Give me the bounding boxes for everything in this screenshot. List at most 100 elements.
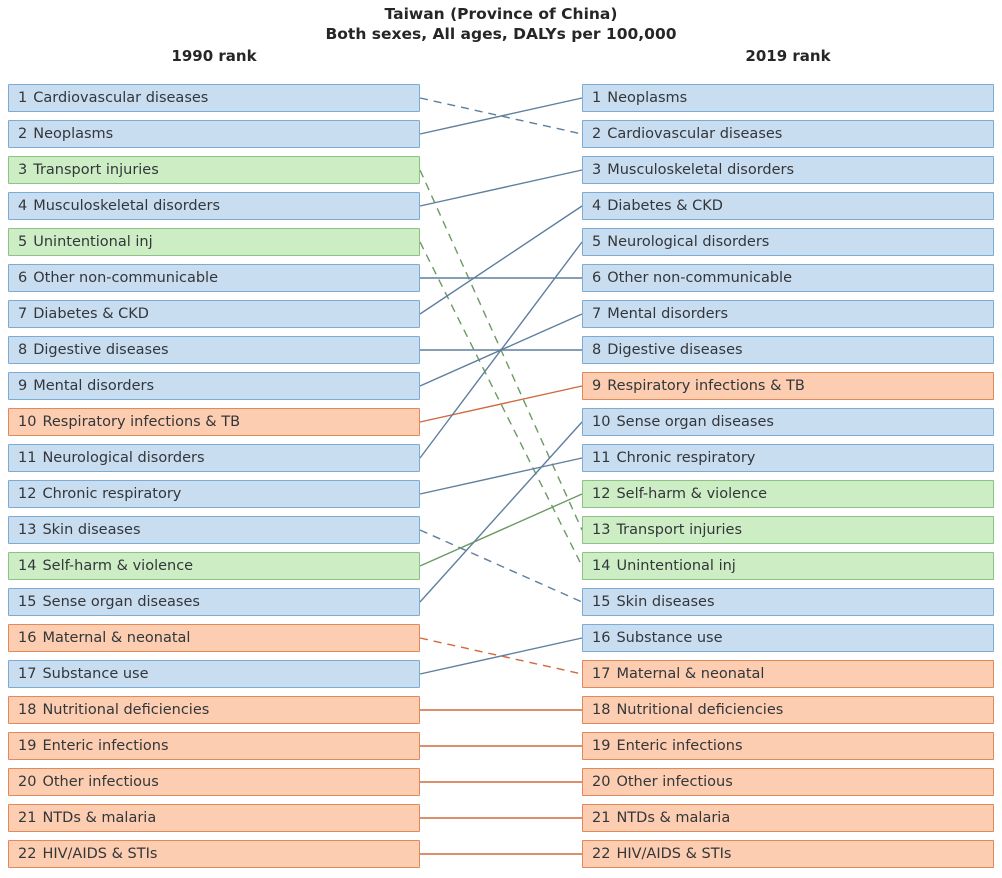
rank-number: 6 xyxy=(18,270,28,286)
rank-box[interactable]: 21 NTDs & malaria xyxy=(8,804,420,832)
rank-box[interactable]: 11 Chronic respiratory xyxy=(582,444,994,472)
rank-number: 21 xyxy=(18,810,37,826)
rank-box[interactable]: 7 Diabetes & CKD xyxy=(8,300,420,328)
rank-label: Diabetes & CKD xyxy=(607,198,723,214)
rank-number: 16 xyxy=(592,630,611,646)
rank-box[interactable]: 7 Mental disorders xyxy=(582,300,994,328)
rank-box[interactable]: 14 Unintentional inj xyxy=(582,552,994,580)
rank-number: 14 xyxy=(18,558,37,574)
rank-change-line xyxy=(419,457,583,495)
rank-number: 5 xyxy=(18,234,28,250)
rank-box[interactable]: 19 Enteric infections xyxy=(8,732,420,760)
rank-box[interactable]: 22 HIV/AIDS & STIs xyxy=(582,840,994,868)
rank-number: 4 xyxy=(592,198,602,214)
rank-box[interactable]: 2 Neoplasms xyxy=(8,120,420,148)
rank-change-line xyxy=(419,529,583,603)
rank-number: 6 xyxy=(592,270,602,286)
rank-number: 22 xyxy=(18,846,37,862)
rank-label: Skin diseases xyxy=(42,522,141,538)
rank-change-line xyxy=(419,313,583,387)
rank-box[interactable]: 14 Self-harm & violence xyxy=(8,552,420,580)
rank-box[interactable]: 17 Maternal & neonatal xyxy=(582,660,994,688)
rank-label: Nutritional deficiencies xyxy=(42,702,210,718)
rank-change-line xyxy=(419,241,583,459)
rank-box[interactable]: 2 Cardiovascular diseases xyxy=(582,120,994,148)
rank-label: Mental disorders xyxy=(33,378,155,394)
rank-label: Self-harm & violence xyxy=(616,486,768,502)
rank-number: 3 xyxy=(18,162,28,178)
rank-number: 8 xyxy=(592,342,602,358)
rank-box[interactable]: 8 Digestive diseases xyxy=(582,336,994,364)
rank-change-line xyxy=(419,97,583,135)
rank-box[interactable]: 5 Neurological disorders xyxy=(582,228,994,256)
rank-number: 10 xyxy=(592,414,611,430)
rank-box[interactable]: 20 Other infectious xyxy=(582,768,994,796)
rank-label: Digestive diseases xyxy=(607,342,743,358)
rank-number: 18 xyxy=(18,702,37,718)
rank-box[interactable]: 4 Musculoskeletal disorders xyxy=(8,192,420,220)
rank-label: NTDs & malaria xyxy=(616,810,731,826)
rank-box[interactable]: 20 Other infectious xyxy=(8,768,420,796)
rank-box[interactable]: 16 Maternal & neonatal xyxy=(8,624,420,652)
rank-box[interactable]: 18 Nutritional deficiencies xyxy=(8,696,420,724)
rank-label: Cardiovascular diseases xyxy=(33,90,209,106)
rank-box[interactable]: 9 Respiratory infections & TB xyxy=(582,372,994,400)
rank-number: 17 xyxy=(18,666,37,682)
rank-box[interactable]: 16 Substance use xyxy=(582,624,994,652)
rank-box[interactable]: 6 Other non-communicable xyxy=(582,264,994,292)
rank-label: Neurological disorders xyxy=(42,450,205,466)
rank-box[interactable]: 12 Self-harm & violence xyxy=(582,480,994,508)
rank-label: NTDs & malaria xyxy=(42,810,157,826)
rank-box[interactable]: 15 Skin diseases xyxy=(582,588,994,616)
rank-number: 19 xyxy=(18,738,37,754)
rank-box[interactable]: 17 Substance use xyxy=(8,660,420,688)
rank-box[interactable]: 12 Chronic respiratory xyxy=(8,480,420,508)
rank-box[interactable]: 21 NTDs & malaria xyxy=(582,804,994,832)
rank-box[interactable]: 1 Cardiovascular diseases xyxy=(8,84,420,112)
rank-label: Musculoskeletal disorders xyxy=(607,162,795,178)
rank-label: Neoplasms xyxy=(607,90,688,106)
rank-box[interactable]: 4 Diabetes & CKD xyxy=(582,192,994,220)
rank-label: Sense organ diseases xyxy=(42,594,200,610)
rank-number: 17 xyxy=(592,666,611,682)
rank-box[interactable]: 15 Sense organ diseases xyxy=(8,588,420,616)
rank-number: 21 xyxy=(592,810,611,826)
rank-box[interactable]: 11 Neurological disorders xyxy=(8,444,420,472)
chart-title: Taiwan (Province of China) Both sexes, A… xyxy=(0,4,1002,44)
rank-label: Respiratory infections & TB xyxy=(607,378,805,394)
chart-title-line-1: Taiwan (Province of China) xyxy=(384,5,618,23)
rank-label: Enteric infections xyxy=(616,738,743,754)
column-header-2019: 2019 rank xyxy=(745,47,831,65)
rank-number: 12 xyxy=(18,486,37,502)
rank-label: Maternal & neonatal xyxy=(42,630,191,646)
rank-box[interactable]: 3 Musculoskeletal disorders xyxy=(582,156,994,184)
rank-box[interactable]: 22 HIV/AIDS & STIs xyxy=(8,840,420,868)
chart-title-line-2: Both sexes, All ages, DALYs per 100,000 xyxy=(325,25,677,43)
rank-label: Substance use xyxy=(616,630,723,646)
rank-box[interactable]: 13 Skin diseases xyxy=(8,516,420,544)
rank-box[interactable]: 6 Other non-communicable xyxy=(8,264,420,292)
rank-label: Substance use xyxy=(42,666,149,682)
rank-number: 18 xyxy=(592,702,611,718)
rank-box[interactable]: 1 Neoplasms xyxy=(582,84,994,112)
rank-label: Unintentional inj xyxy=(616,558,736,574)
rank-box[interactable]: 8 Digestive diseases xyxy=(8,336,420,364)
rank-number: 15 xyxy=(18,594,37,610)
rank-label: Cardiovascular diseases xyxy=(607,126,783,142)
rank-number: 8 xyxy=(18,342,28,358)
rank-box[interactable]: 13 Transport injuries xyxy=(582,516,994,544)
rank-number: 4 xyxy=(18,198,28,214)
rank-box[interactable]: 3 Transport injuries xyxy=(8,156,420,184)
rank-number: 9 xyxy=(592,378,602,394)
rank-box[interactable]: 18 Nutritional deficiencies xyxy=(582,696,994,724)
rank-box[interactable]: 10 Sense organ diseases xyxy=(582,408,994,436)
rank-number: 16 xyxy=(18,630,37,646)
rank-label: Neurological disorders xyxy=(607,234,770,250)
rank-number: 11 xyxy=(592,450,611,466)
rank-box[interactable]: 10 Respiratory infections & TB xyxy=(8,408,420,436)
rank-box[interactable]: 19 Enteric infections xyxy=(582,732,994,760)
rank-label: Sense organ diseases xyxy=(616,414,774,430)
rank-label: Other non-communicable xyxy=(33,270,219,286)
rank-box[interactable]: 5 Unintentional inj xyxy=(8,228,420,256)
rank-box[interactable]: 9 Mental disorders xyxy=(8,372,420,400)
